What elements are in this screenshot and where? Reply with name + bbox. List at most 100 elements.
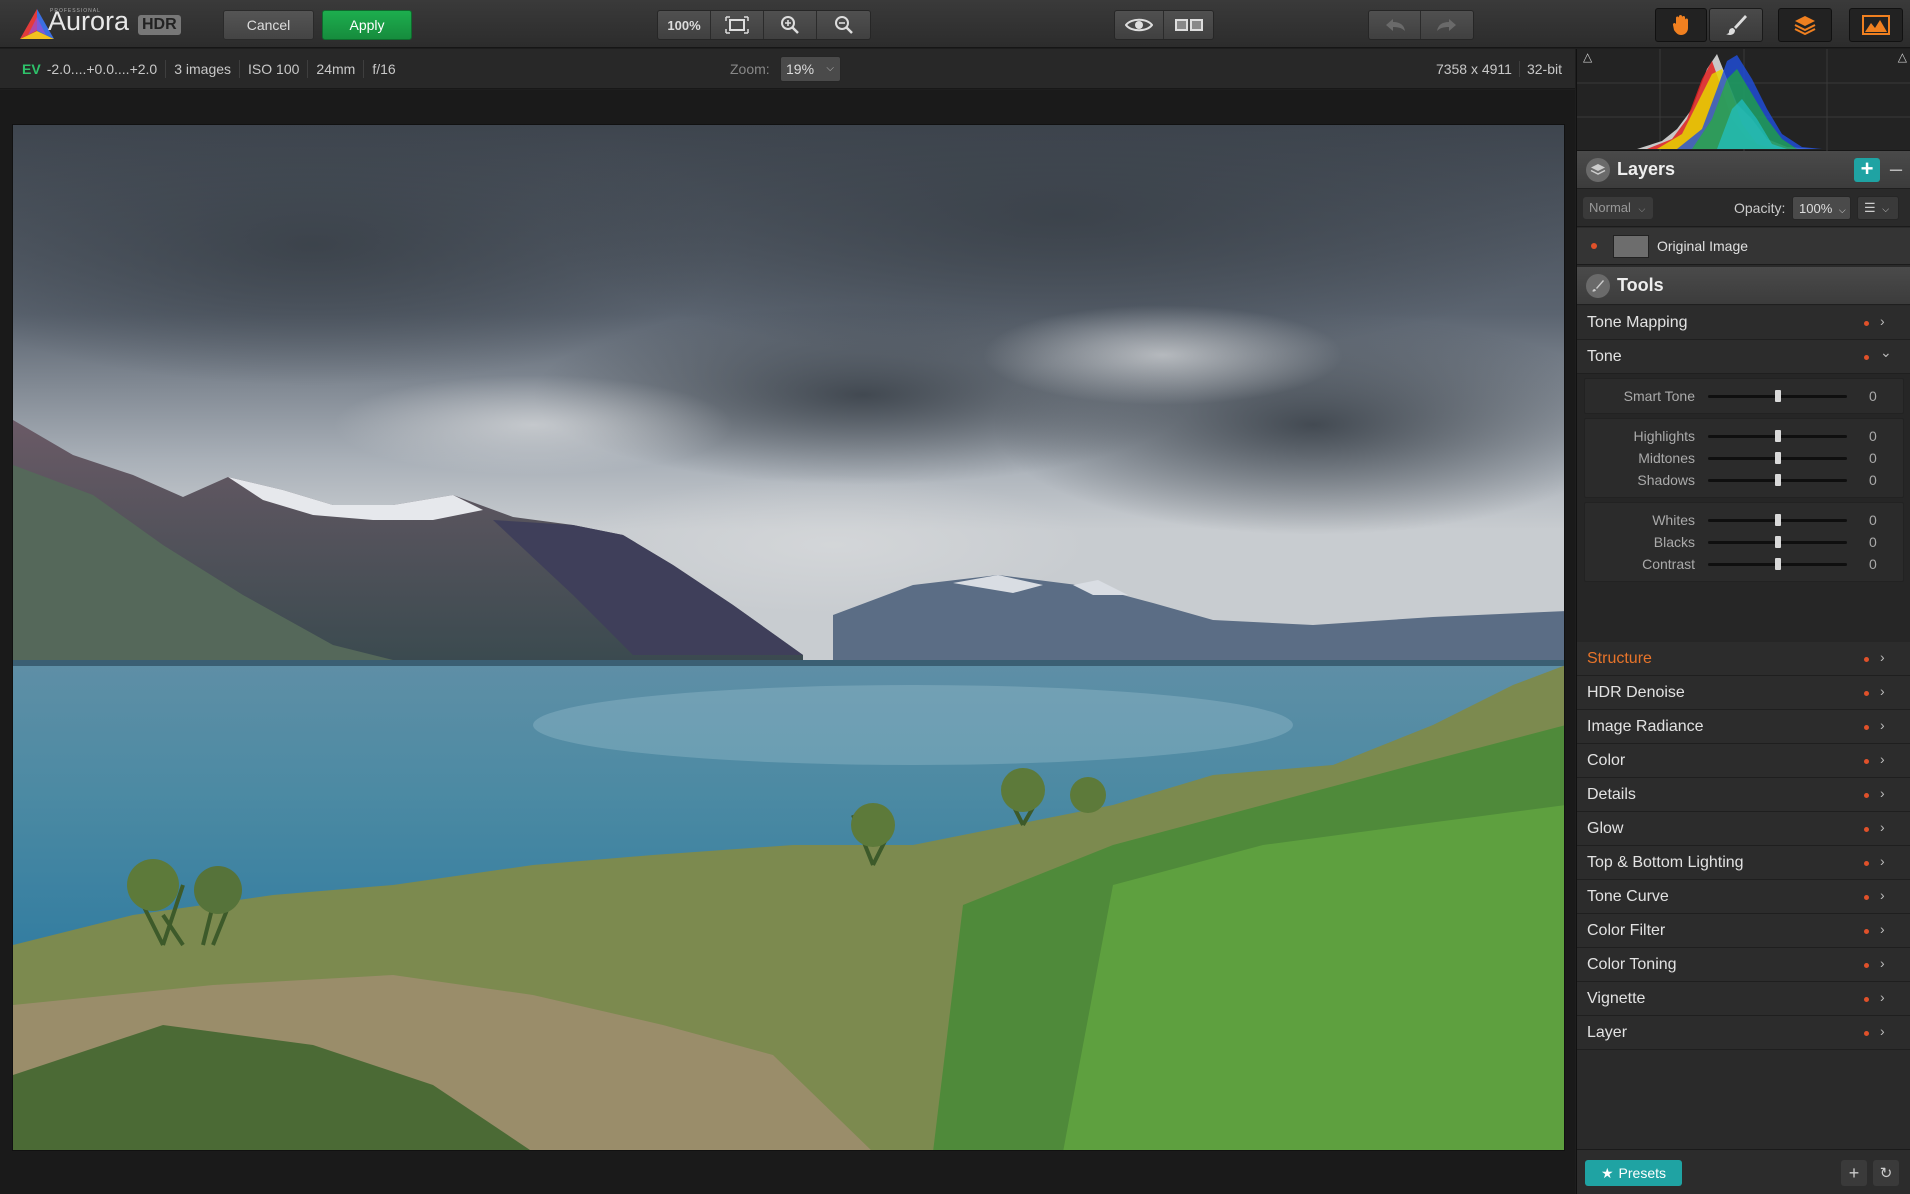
layer-menu-button[interactable]: ☰ ⌵ <box>1857 196 1899 220</box>
remove-layer-button[interactable]: – <box>1885 158 1907 182</box>
undo-button[interactable] <box>1369 11 1421 39</box>
slider-highlights[interactable]: Highlights 0 <box>1585 425 1905 447</box>
slider-value: 0 <box>1869 428 1877 444</box>
chevron-right-icon: › <box>1880 853 1885 869</box>
tool-label: Tone Mapping <box>1587 314 1688 331</box>
tool-label: Top & Bottom Lighting <box>1587 854 1744 871</box>
slider-value: 0 <box>1869 556 1877 572</box>
tool-label: Tone Curve <box>1587 888 1669 905</box>
layers-icon <box>1794 16 1816 35</box>
slider-smart-tone[interactable]: Smart Tone 0 <box>1585 385 1905 407</box>
redo-button[interactable] <box>1421 11 1473 39</box>
slider-thumb[interactable] <box>1774 514 1781 526</box>
brush-tool-button[interactable] <box>1709 8 1763 42</box>
fit-screen-button[interactable] <box>711 11 764 39</box>
zoom-label: Zoom: <box>730 61 770 77</box>
slider-midtones[interactable]: Midtones 0 <box>1585 447 1905 469</box>
zoom-out-icon <box>834 16 853 34</box>
tool-status-dot <box>1864 793 1869 798</box>
tool-layer[interactable]: Layer › <box>1577 1016 1910 1050</box>
zoom-dropdown[interactable]: 19% ⌵ <box>780 56 841 82</box>
panel-footer: ★ Presets + ↻ <box>1577 1149 1910 1194</box>
tool-status-dot <box>1864 321 1869 326</box>
tool-top-bottom-lighting[interactable]: Top & Bottom Lighting › <box>1577 846 1910 880</box>
slider-blacks[interactable]: Blacks 0 <box>1585 531 1905 553</box>
hand-tool-button[interactable] <box>1655 8 1707 42</box>
slider-thumb[interactable] <box>1774 430 1781 442</box>
fit-screen-icon <box>725 16 749 34</box>
tool-color[interactable]: Color › <box>1577 744 1910 778</box>
slider-label: Midtones <box>1638 450 1695 466</box>
blend-mode-value: Normal <box>1589 200 1631 215</box>
opacity-dropdown[interactable]: 100% ⌵ <box>1792 196 1851 220</box>
compare-icon <box>1174 19 1203 31</box>
slider-thumb[interactable] <box>1774 536 1781 548</box>
tool-status-dot <box>1864 929 1869 934</box>
slider-thumb[interactable] <box>1774 452 1781 464</box>
preview-button[interactable] <box>1115 11 1164 39</box>
redo-icon <box>1437 19 1456 31</box>
view-zoom-group: 100% <box>657 10 871 40</box>
cancel-button[interactable]: Cancel <box>223 10 314 40</box>
tool-label: Vignette <box>1587 990 1646 1007</box>
image-dimensions: 7358 x 4911 <box>1429 61 1520 77</box>
blend-mode-dropdown[interactable]: Normal ⌵ <box>1583 197 1653 219</box>
tool-tone-curve[interactable]: Tone Curve › <box>1577 880 1910 914</box>
landscape-photo <box>13 125 1564 1150</box>
slider-thumb[interactable] <box>1774 558 1781 570</box>
tool-color-toning[interactable]: Color Toning › <box>1577 948 1910 982</box>
tool-hdr-denoise[interactable]: HDR Denoise › <box>1577 676 1910 710</box>
eye-icon <box>1125 18 1153 32</box>
zoom-in-button[interactable] <box>764 11 817 39</box>
opacity-value: 100% <box>1799 201 1833 216</box>
ev-value: -2.0....+0.0....+2.0 <box>46 61 158 77</box>
slider-shadows[interactable]: Shadows 0 <box>1585 469 1905 491</box>
tool-tone[interactable]: Tone ⌄ <box>1577 340 1910 374</box>
iso-value: ISO 100 <box>240 60 309 78</box>
tool-tone-mapping[interactable]: Tone Mapping › <box>1577 306 1910 340</box>
shadow-clipping-icon[interactable]: △ <box>1583 50 1592 64</box>
layer-controls: Normal ⌵ Opacity: 100% ⌵ ☰ ⌵ <box>1577 189 1910 227</box>
add-preset-button[interactable]: + <box>1841 1160 1867 1186</box>
slider-label: Shadows <box>1637 472 1695 488</box>
slider-thumb[interactable] <box>1774 390 1781 402</box>
tool-structure[interactable]: Structure › <box>1577 642 1910 676</box>
zoom-out-button[interactable] <box>817 11 870 39</box>
histogram-view-button[interactable] <box>1849 8 1903 42</box>
compare-button[interactable] <box>1164 11 1213 39</box>
apply-button[interactable]: Apply <box>322 10 412 40</box>
image-canvas[interactable] <box>0 90 1575 1194</box>
tool-status-dot <box>1864 997 1869 1002</box>
layers-section-icon <box>1586 157 1610 182</box>
chevron-down-icon: ⌵ <box>1638 204 1646 214</box>
layers-header[interactable]: Layers + – <box>1577 151 1910 189</box>
right-panel: △ △ Layers + – Normal ⌵ Opacity: 100% ⌵ … <box>1576 49 1910 1194</box>
slider-label: Smart Tone <box>1623 388 1695 404</box>
chevron-right-icon: › <box>1880 683 1885 699</box>
layers-view-button[interactable] <box>1778 8 1832 42</box>
reset-button[interactable]: ↻ <box>1873 1160 1899 1186</box>
zoom-100-button[interactable]: 100% <box>658 11 711 39</box>
tool-vignette[interactable]: Vignette › <box>1577 982 1910 1016</box>
tools-header[interactable]: Tools <box>1577 267 1910 305</box>
aperture-value: f/16 <box>372 61 396 77</box>
presets-button[interactable]: ★ Presets <box>1585 1160 1682 1186</box>
chevron-right-icon: › <box>1880 785 1885 801</box>
chevron-right-icon: › <box>1880 921 1885 937</box>
refresh-icon: ↻ <box>1879 1165 1893 1182</box>
highlight-clipping-icon[interactable]: △ <box>1898 50 1907 64</box>
slider-thumb[interactable] <box>1774 474 1781 486</box>
tool-image-radiance[interactable]: Image Radiance › <box>1577 710 1910 744</box>
chevron-right-icon: › <box>1880 313 1885 329</box>
image-info-bar: EV -2.0....+0.0....+2.0 3 images ISO 100 … <box>0 49 1575 89</box>
tool-color-filter[interactable]: Color Filter › <box>1577 914 1910 948</box>
layer-item[interactable]: Original Image <box>1577 228 1910 265</box>
tool-label: Tone <box>1587 348 1622 365</box>
tool-details[interactable]: Details › <box>1577 778 1910 812</box>
tool-status-dot <box>1864 355 1869 360</box>
add-layer-button[interactable]: + <box>1854 158 1880 182</box>
hdr-photo-preview[interactable] <box>12 124 1565 1151</box>
slider-whites[interactable]: Whites 0 <box>1585 509 1905 531</box>
tool-glow[interactable]: Glow › <box>1577 812 1910 846</box>
slider-contrast[interactable]: Contrast 0 <box>1585 553 1905 575</box>
